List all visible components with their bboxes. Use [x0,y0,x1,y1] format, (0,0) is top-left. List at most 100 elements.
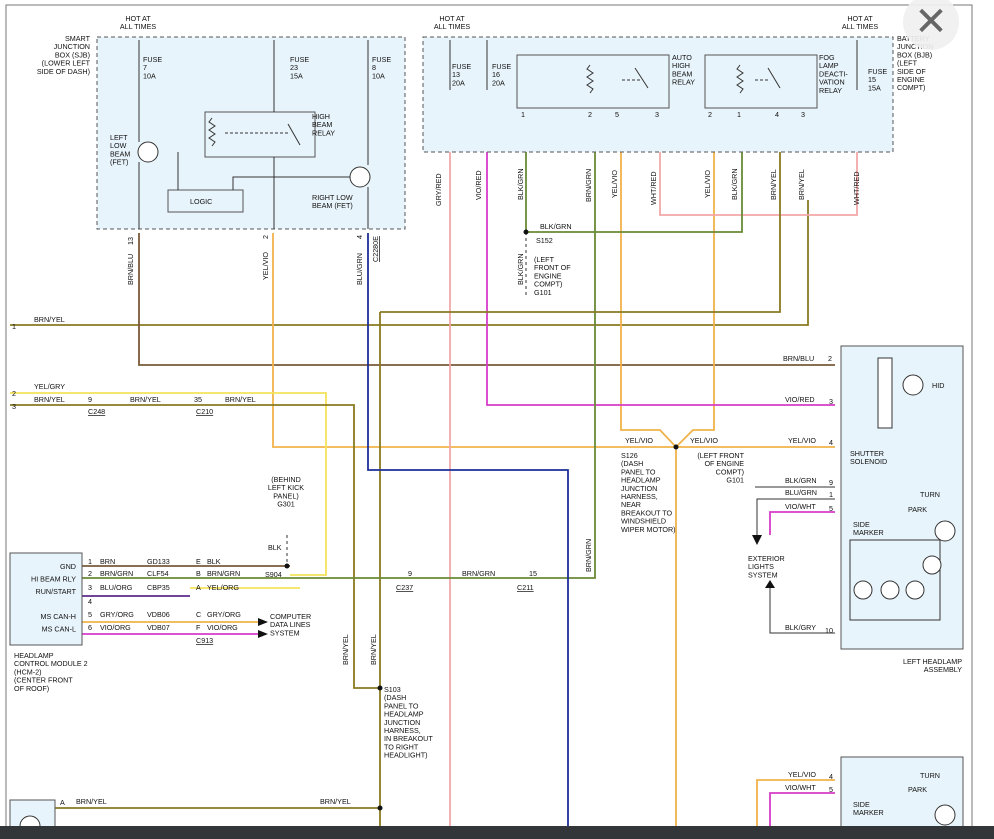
pins-p4: 4 [775,110,779,119]
wire-yelvio-relay [620,120,677,448]
led-icon-4 [922,555,942,575]
wires-blk: BLK [207,557,221,566]
wires-gryorg: GRY/ORG [100,610,134,619]
pins-p1: 1 [521,110,525,119]
labels-s126-9: WIPER MOTOR) [621,525,676,534]
wires-brnyel: BRN/YEL [797,169,806,200]
labels-hcm_pins-1: HI BEAM RLY [31,575,76,584]
pins-p2: 2 [261,235,270,239]
pins-p4: 4 [829,772,833,781]
labels-side-1: MARKER [853,528,884,537]
high-beam-relay-box [204,111,316,158]
labels-turn: TURN [920,490,940,499]
left-low-beam-fet [137,141,159,163]
wires-brnyel: BRN/YEL [769,169,778,200]
labels-park: PARK [908,785,927,794]
pins-pb: B [196,569,201,578]
labels-c237: C237 [396,583,413,592]
labels-s103-8: HEADLIGHT) [384,751,428,760]
labels-hot_right-1: ALL TIMES [842,22,879,31]
close-icon: ✕ [914,0,948,45]
pins-p3: 3 [88,583,92,592]
labels-park: PARK [908,505,927,514]
labels-fuse16-2: 20A [492,78,505,87]
wires-vioorg: VIO/ORG [207,623,238,632]
labels-hcm_pins-4: MS CAN-H [40,612,76,621]
pins-p5: 5 [829,785,833,794]
splice-bottom [377,805,383,811]
wires-brnyel: BRN/YEL [130,395,161,404]
labels-c248: C248 [88,407,105,416]
labels-g101_top-4: G101 [534,288,552,297]
splice-s126 [673,444,679,450]
arrow-computer-2 [258,630,268,638]
wires-clf54: CLF54 [147,569,169,578]
fog-lamp-relay [704,54,818,109]
pins-p4: 4 [829,438,833,447]
wires-brngrn: BRN/GRN [584,539,593,572]
labels-bjb-6: COMPT) [897,83,925,92]
wires-yelgry: YEL/GRY [34,382,65,391]
pins-p9: 9 [408,569,412,578]
pins-p3: 3 [801,110,805,119]
pins-pa: A [60,798,65,807]
wires-brngrn: BRN/GRN [584,169,593,202]
wires-brnyel: BRN/YEL [76,797,107,806]
wires-yelorg: YEL/ORG [207,583,239,592]
led-icon-1 [853,580,873,600]
pins-p5: 5 [88,610,92,619]
wires-gryred: GRY/RED [434,173,443,206]
viewer-toolbar[interactable] [0,826,994,839]
wires-blk: BLK [268,543,282,552]
pins-p4: 4 [88,597,92,606]
pins-p1: 1 [737,110,741,119]
wires-vdb06: VDB06 [147,610,170,619]
pins-p3: 3 [655,110,659,119]
wires-brn: BRN [100,557,115,566]
pins-p5: 5 [829,504,833,513]
labels-ext-2: SYSTEM [748,570,778,579]
wires-brngrn: BRN/GRN [207,569,240,578]
wires-yelvio: YEL/VIO [690,436,718,445]
pins-p10: 10 [825,626,833,635]
wires-brnblu: BRN/BLU [783,354,814,363]
pins-p1: 1 [12,322,16,331]
wires-bluorg: BLU/ORG [100,583,133,592]
wires-viored: VIO/RED [785,395,815,404]
labels-auto_relay-3: RELAY [672,78,695,87]
wires-gryorg: GRY/ORG [207,610,241,619]
wires-blugrn: BLU/GRN [785,488,817,497]
labels-g301-3: G301 [277,500,295,509]
labels-hid: HID [932,381,944,390]
labels-fuse15-2: 15A [868,83,881,92]
wiring-diagram: HOT ATALL TIMESHOT ATALL TIMESHOT ATALL … [5,4,973,839]
wires-yelvio: YEL/VIO [610,170,619,198]
pins-p3: 3 [829,397,833,406]
labels-turn: TURN [920,771,940,780]
wires-blkgrn: BLK/GRN [785,476,817,485]
pins-p2: 2 [708,110,712,119]
pins-p3: 3 [12,402,16,411]
pins-pf: F [196,623,201,632]
labels-hot_sjb-1: ALL TIMES [120,22,157,31]
wires-yelvio: YEL/VIO [788,770,816,779]
labels-c210: C210 [196,407,213,416]
wires-yelvio: YEL/VIO [625,436,653,445]
labels-llb-3: (FET) [110,158,128,167]
led-icon-3 [905,580,925,600]
wires-brnyel: BRN/YEL [225,395,256,404]
close-button[interactable]: ✕ [903,0,959,50]
labels-hcm_pins-2: RUN/START [36,587,77,596]
pins-p2: 2 [12,389,16,398]
wires-viored: VIO/RED [474,170,483,200]
wire-yelvio-fog [675,120,715,448]
labels-fuse13-2: 20A [452,78,465,87]
wires-brnblu: BRN/BLU [126,254,135,285]
labels-g101_mid-3: G101 [726,476,744,485]
wires-whtred: WHT/RED [649,171,658,205]
led-icon-2 [880,580,900,600]
labels-logic: LOGIC [190,197,212,206]
labels-fuse23-2: 15A [290,71,303,80]
splice-s152 [523,229,529,235]
labels-computer-2: SYSTEM [270,628,300,637]
